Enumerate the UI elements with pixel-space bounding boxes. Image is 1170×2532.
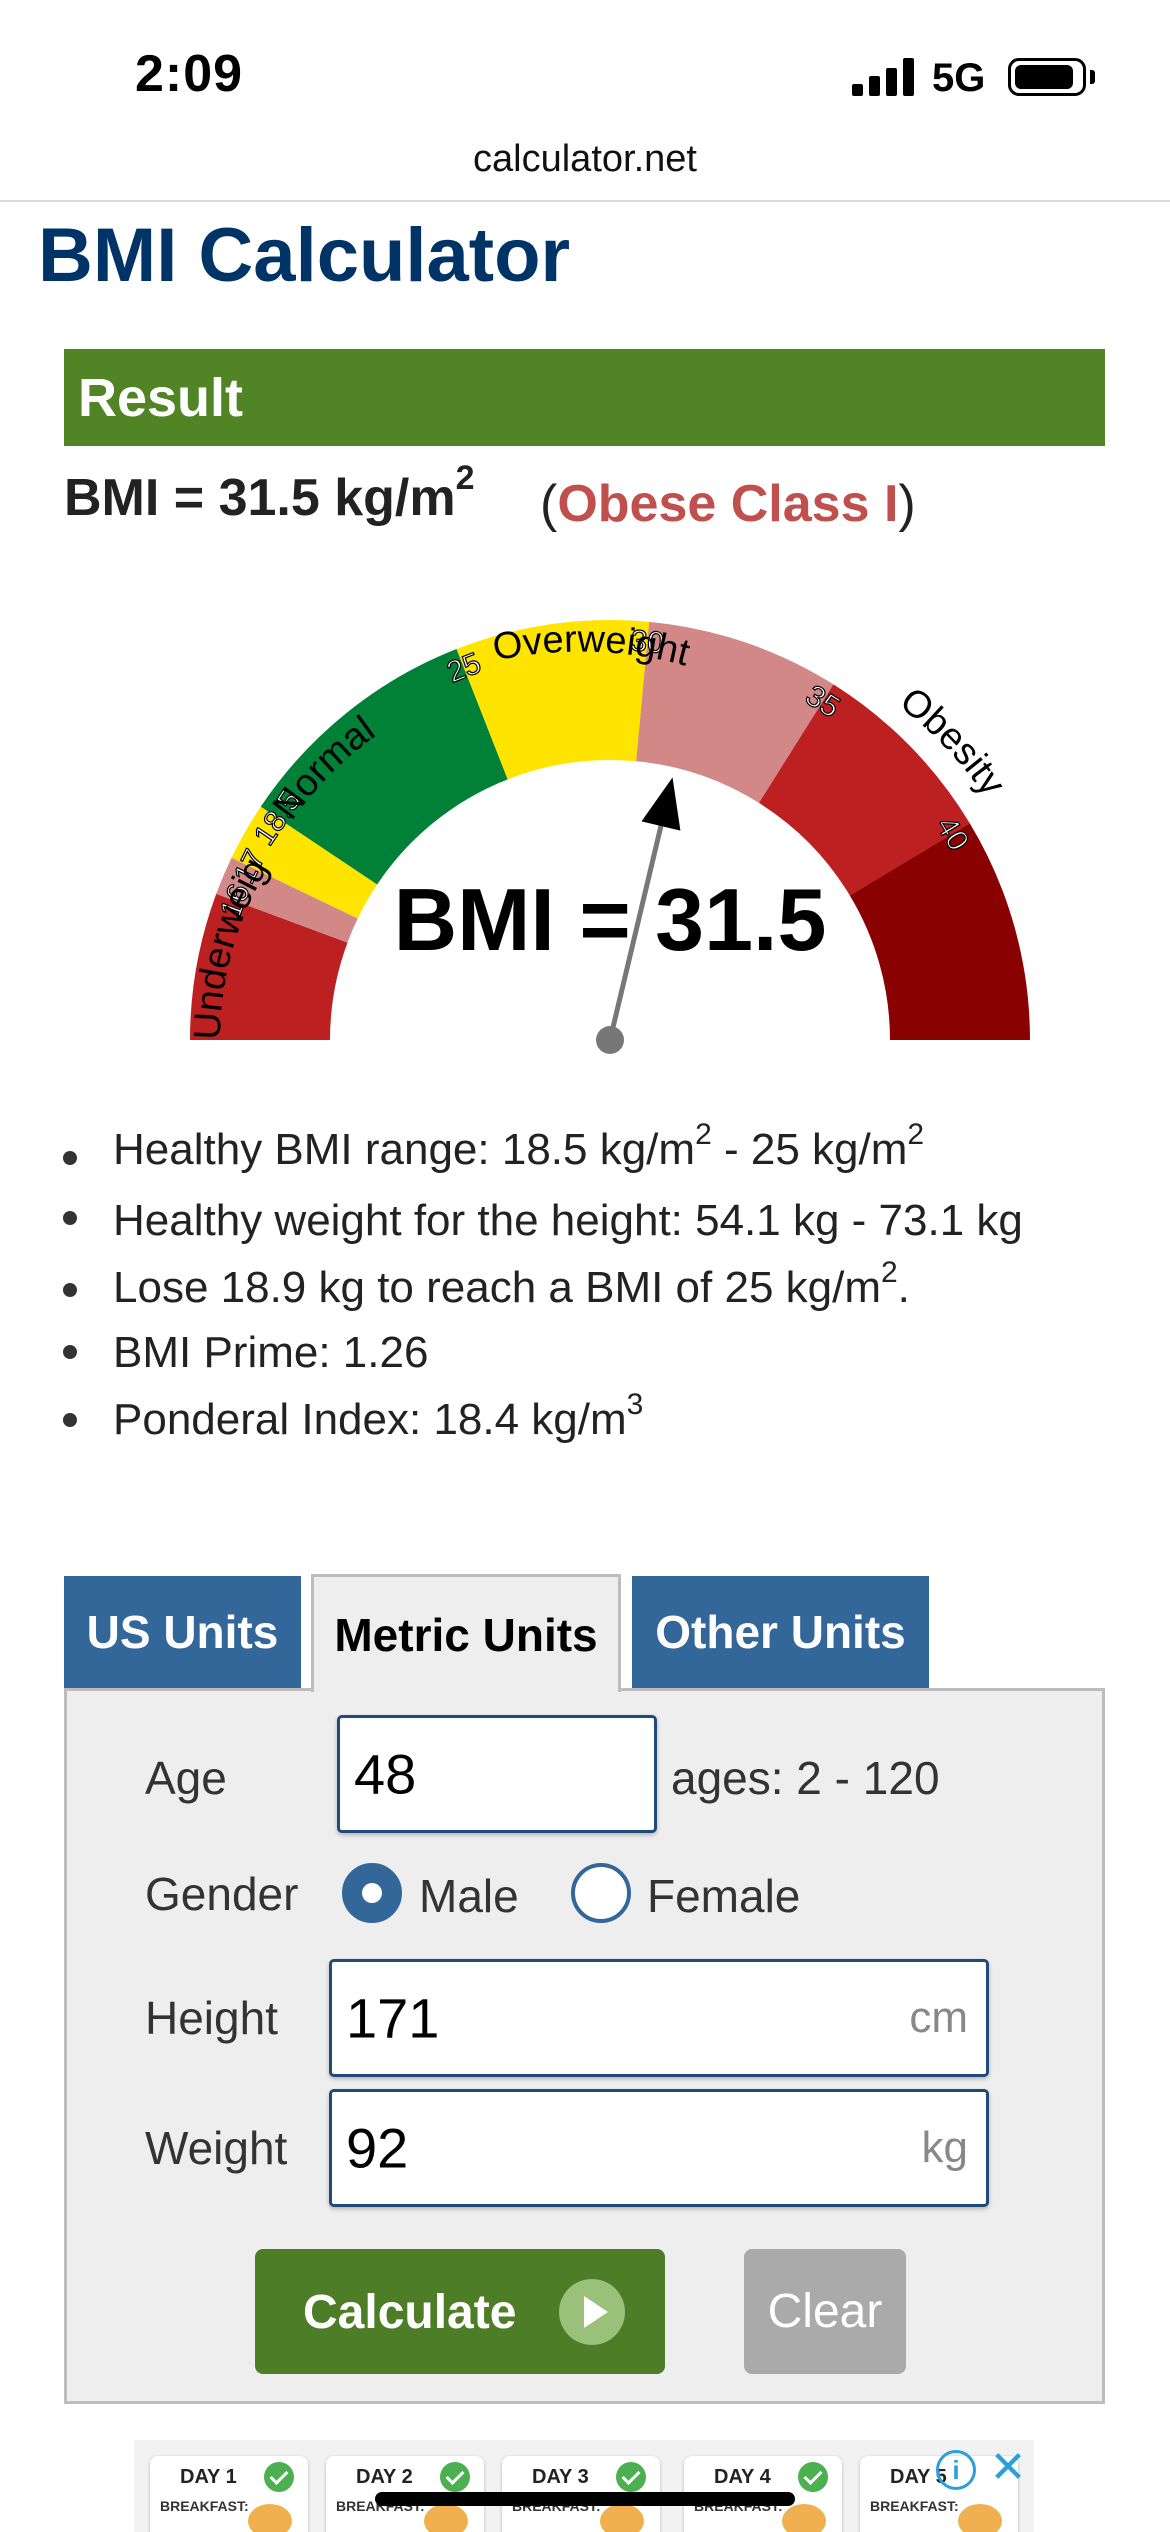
- gender-female-radio[interactable]: [571, 1863, 631, 1923]
- stat-text: Healthy BMI range: 18.5 kg/m: [113, 1125, 696, 1174]
- ad-day-label: DAY 3: [532, 2466, 589, 2488]
- bmi-result-text: BMI = 31.5 kg/m2: [64, 461, 475, 528]
- tab-other-units[interactable]: Other Units: [632, 1576, 929, 1688]
- check-icon: [264, 2462, 294, 2492]
- gender-label: Gender: [145, 1868, 299, 1920]
- bmi-classification: (Obese Class I): [540, 474, 916, 534]
- weight-label: Weight: [145, 2122, 288, 2174]
- stat-bmi-prime: BMI Prime: 1.26: [55, 1319, 1155, 1387]
- paren-open: (: [540, 475, 558, 533]
- ad-close-icon[interactable]: ✕: [988, 2446, 1028, 2490]
- ad-banner[interactable]: DAY 1 BREAKFAST: DAY 2 BREAKFAST: DAY 3 BRE…: [134, 2440, 1034, 2532]
- stat-healthy-weight: Healthy weight for the height: 54.1 kg -…: [55, 1185, 1155, 1257]
- stat-exponent: 2: [907, 1118, 925, 1151]
- age-value: 48: [354, 1742, 417, 1806]
- height-value: 171: [346, 1986, 440, 2050]
- bmi-gauge: 161718.525303540 Underweight Normal Over…: [130, 560, 1030, 1054]
- height-input[interactable]: 171 cm: [329, 1959, 989, 2077]
- bmi-unit-exponent: 2: [455, 459, 475, 497]
- ad-card[interactable]: DAY 1 BREAKFAST:: [150, 2456, 308, 2532]
- battery-cap: [1090, 70, 1095, 84]
- status-time: 2:09: [135, 45, 244, 103]
- stats-list: Healthy BMI range: 18.5 kg/m2 - 25 kg/m2…: [55, 1120, 1155, 1453]
- ad-day-label: DAY 1: [180, 2466, 237, 2488]
- check-icon: [798, 2462, 828, 2492]
- stat-text: .: [897, 1263, 910, 1312]
- height-unit: cm: [909, 1993, 968, 2042]
- ad-day-label: DAY 4: [714, 2466, 771, 2488]
- food-icon: [782, 2504, 826, 2532]
- play-icon: [559, 2279, 625, 2345]
- weight-input[interactable]: 92 kg: [329, 2089, 989, 2207]
- check-icon: [440, 2462, 470, 2492]
- gender-male-label[interactable]: Male: [419, 1869, 519, 1923]
- ad-sub-label: BREAKFAST:: [160, 2498, 249, 2514]
- stat-exponent: 3: [626, 1388, 644, 1421]
- age-input[interactable]: 48: [337, 1715, 657, 1833]
- stat-text: Healthy weight for the height: 54.1 kg -…: [113, 1196, 1023, 1245]
- food-icon: [424, 2504, 468, 2532]
- gauge-value-label: BMI = 31.5: [394, 870, 827, 969]
- page-title: BMI Calculator: [38, 213, 571, 298]
- weight-unit: kg: [921, 2123, 968, 2172]
- result-header: Result: [64, 349, 1105, 446]
- stat-text: Lose 18.9 kg to reach a BMI of 25 kg/m: [113, 1263, 881, 1312]
- clear-button[interactable]: Clear: [744, 2249, 906, 2374]
- calculate-label: Calculate: [303, 2286, 517, 2339]
- stat-text: - 25 kg/m: [711, 1125, 908, 1174]
- network-label: 5G: [932, 56, 986, 100]
- url-bar[interactable]: calculator.net: [0, 138, 1170, 181]
- age-label: Age: [145, 1752, 227, 1804]
- stat-text: Ponderal Index: 18.4 kg/m: [113, 1395, 627, 1444]
- ad-sub-label: BREAKFAST:: [870, 2498, 959, 2514]
- home-indicator[interactable]: [375, 2492, 795, 2506]
- gauge-needle-arrow: [641, 777, 681, 831]
- stat-text: BMI Prime: 1.26: [113, 1328, 429, 1377]
- bmi-class-label: Obese Class I: [557, 475, 899, 533]
- gender-male-radio[interactable]: [342, 1863, 402, 1923]
- stat-healthy-range: Healthy BMI range: 18.5 kg/m2 - 25 kg/m2: [55, 1120, 1155, 1185]
- bmi-value-text: BMI = 31.5 kg/m: [64, 469, 456, 527]
- tab-us-units[interactable]: US Units: [64, 1576, 301, 1688]
- status-bar: 2:09 5G: [0, 0, 1170, 140]
- gauge-needle-hub: [596, 1026, 624, 1054]
- height-label: Height: [145, 1992, 278, 2044]
- food-icon: [958, 2504, 1002, 2532]
- age-hint: ages: 2 - 120: [671, 1752, 940, 1804]
- paren-close: ): [898, 475, 916, 533]
- ad-info-icon[interactable]: i: [936, 2450, 976, 2490]
- stat-lose-weight: Lose 18.9 kg to reach a BMI of 25 kg/m2.: [55, 1257, 1155, 1319]
- calculate-button[interactable]: Calculate: [255, 2249, 665, 2374]
- divider: [0, 200, 1170, 202]
- stat-exponent: 2: [880, 1256, 898, 1289]
- food-icon: [248, 2504, 292, 2532]
- stat-exponent: 2: [695, 1118, 712, 1151]
- food-icon: [600, 2504, 644, 2532]
- result-title: Result: [78, 368, 244, 428]
- weight-value: 92: [346, 2116, 409, 2180]
- gender-female-label[interactable]: Female: [647, 1869, 800, 1923]
- stat-ponderal-index: Ponderal Index: 18.4 kg/m3: [55, 1387, 1155, 1453]
- ad-day-label: DAY 2: [356, 2466, 413, 2488]
- battery-icon: [1008, 58, 1086, 96]
- signal-icon: [852, 58, 914, 96]
- tab-metric-units[interactable]: Metric Units: [311, 1574, 621, 1692]
- check-icon: [616, 2462, 646, 2492]
